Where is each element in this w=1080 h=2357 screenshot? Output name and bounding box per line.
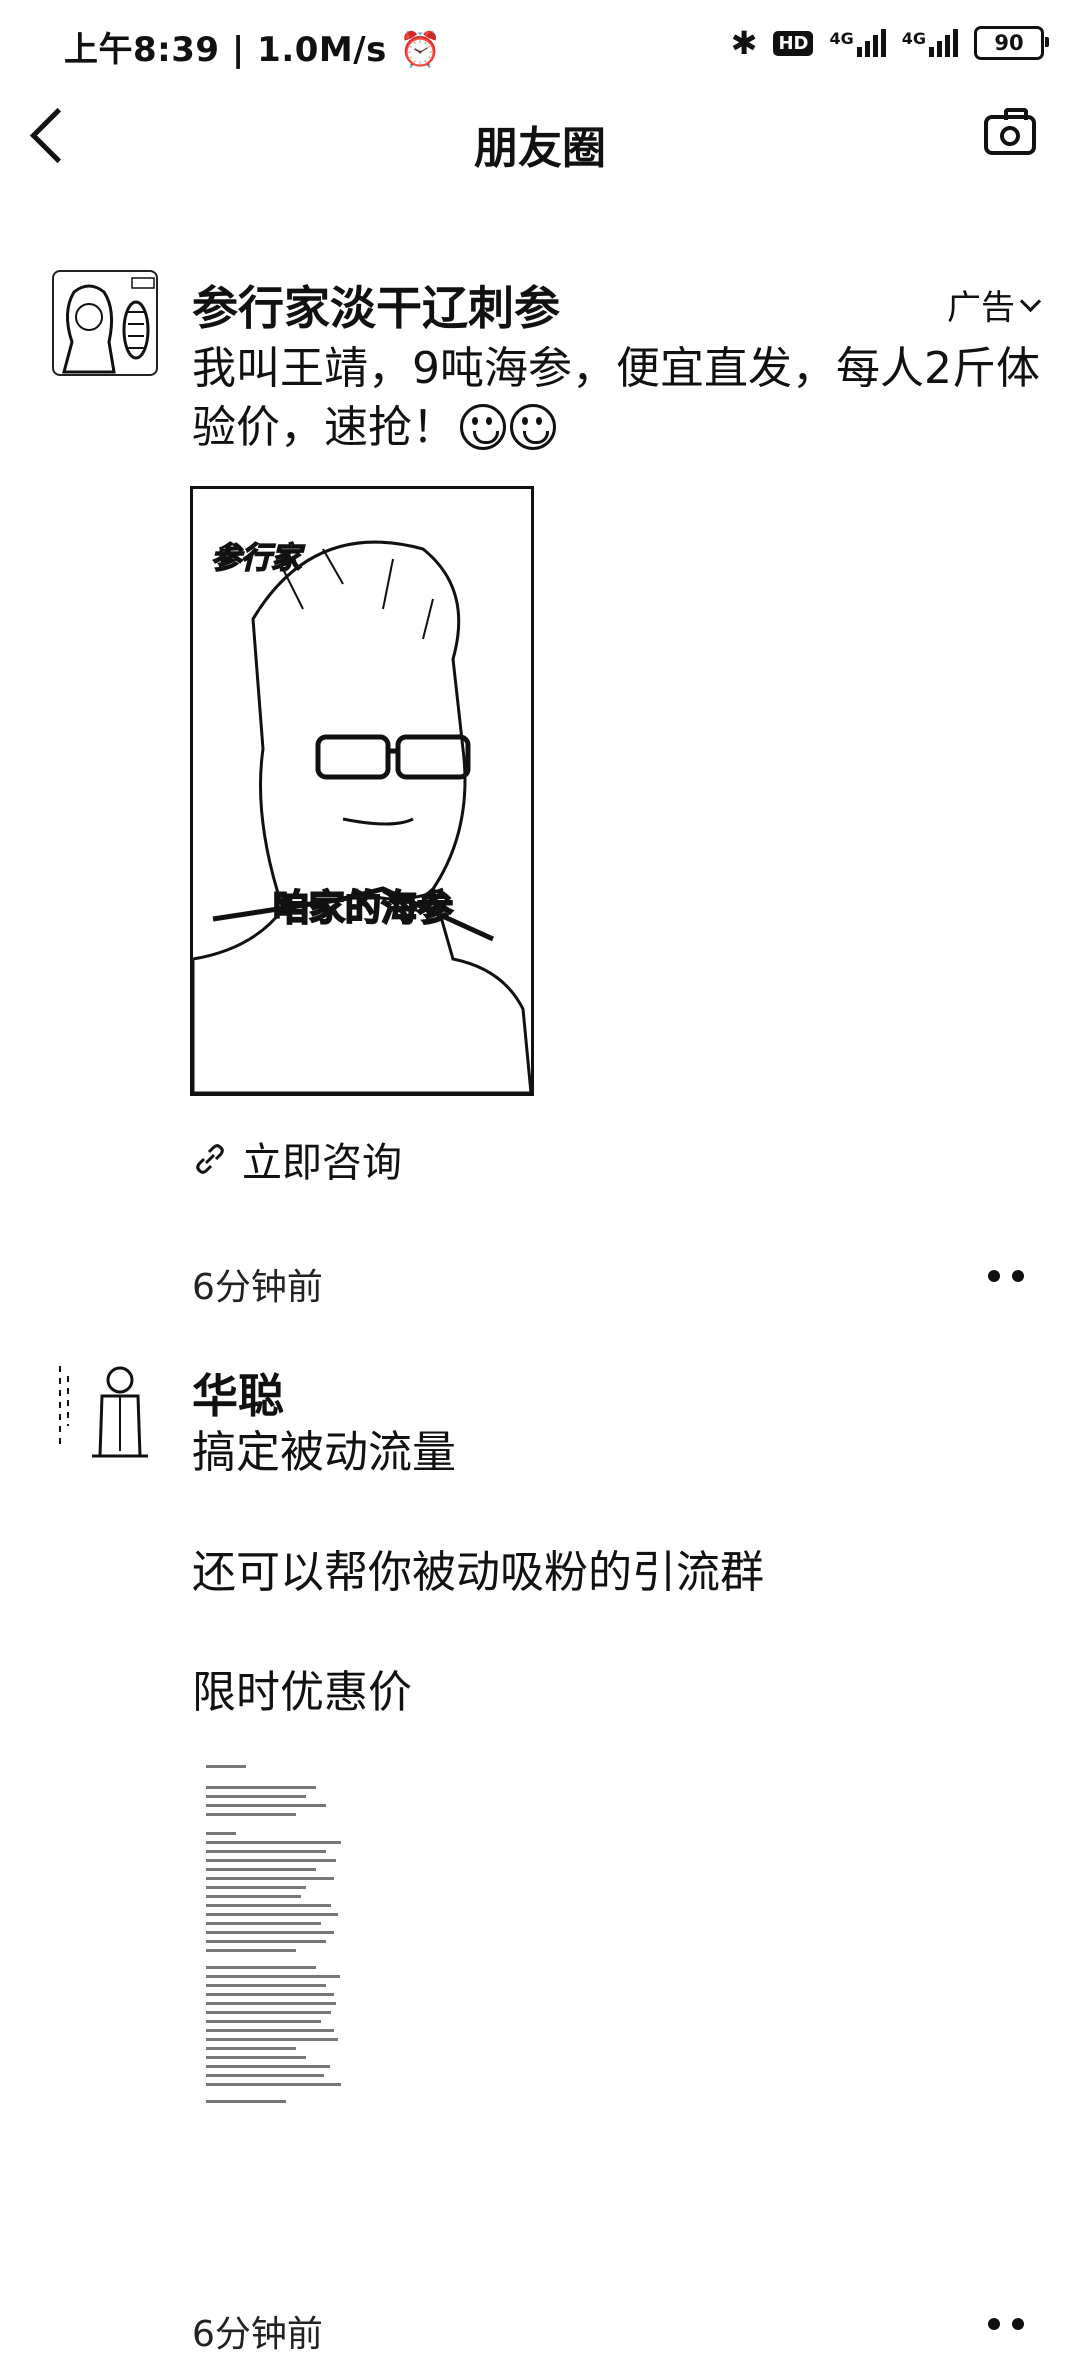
post2-line-2: 还可以帮你被动吸粉的引流群 (192, 1547, 764, 1598)
avatar-post1[interactable] (52, 270, 158, 376)
post2-image[interactable] (196, 1755, 362, 2285)
video-watermark: 参行家 (210, 540, 302, 577)
post1-text: 我叫王靖，9吨海参，便宜直发，每人2斤体验价，速抢！ (192, 343, 1040, 453)
more-icon[interactable] (988, 1270, 1024, 1284)
avatar-image (59, 1366, 148, 1458)
link-icon (196, 1144, 224, 1174)
signal-icon-2: 4G (902, 29, 958, 57)
post2-line-3: 限时优惠价 (192, 1667, 412, 1718)
signal-icon-1: 4G (829, 29, 886, 57)
avatar-post2[interactable] (52, 1356, 158, 1462)
status-bar-time: 上午8:39 | 1.0M/s ⏰ (64, 30, 443, 70)
post2-author[interactable]: 华聪 (192, 1360, 284, 1426)
video-thumbnail (193, 540, 531, 1093)
ad-label[interactable]: 广告 (947, 280, 1042, 329)
page-title: 朋友圈 (474, 123, 606, 174)
video-caption: 咱家的海参 (272, 887, 454, 930)
post1-author[interactable]: 参行家淡干辽刺参 (192, 272, 560, 338)
bluetooth-icon: ✱ (730, 24, 758, 62)
battery-icon: 90 (974, 26, 1049, 60)
post2-time: 6分钟前 (192, 2314, 323, 2355)
consult-link[interactable]: 立即咨询 (192, 1130, 402, 1188)
post1-video[interactable]: 参行家 咱家的海参 (190, 486, 534, 1096)
chevron-down-icon (1019, 290, 1042, 313)
emoji-icon (510, 403, 556, 450)
camera-icon[interactable] (984, 108, 1036, 155)
avatar-image (62, 277, 155, 374)
more-icon[interactable] (988, 2318, 1024, 2332)
status-bar-right: ✱ HD 4G 4G 90 (730, 24, 1049, 62)
hd-badge: HD (773, 30, 814, 56)
post2-line-1: 搞定被动流量 (192, 1427, 456, 1478)
post1-time: 6分钟前 (192, 1267, 323, 1308)
emoji-icon (460, 403, 506, 450)
alarm-icon: ⏰ (399, 30, 443, 70)
